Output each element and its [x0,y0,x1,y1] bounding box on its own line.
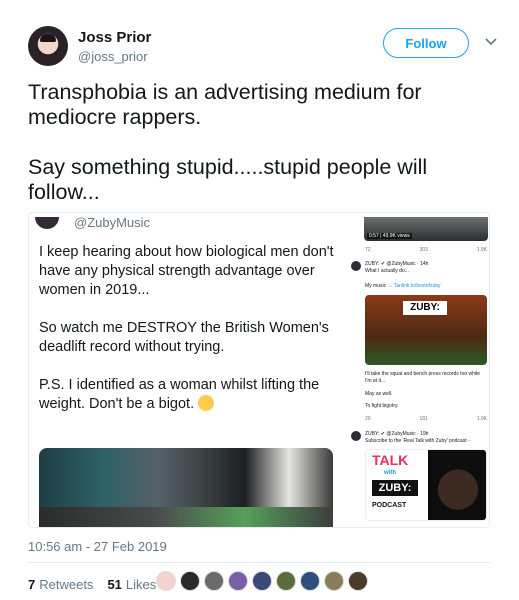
quoted-tweet-screenshot: @ZubyMusic I keep hearing about how biol… [29,213,341,527]
avatar [351,261,361,271]
podcast-photo [428,450,486,520]
avatar[interactable] [300,571,320,591]
follow-button[interactable]: Follow [383,28,469,58]
quoted-thread-screenshot: 0:57 | 49.9K views 72 303 1.9K ZUBY: ✔ @… [349,213,489,527]
tweet-media[interactable]: @ZubyMusic I keep hearing about how biol… [28,212,490,528]
tweet-text: Transphobia is an advertising medium for… [28,80,488,205]
podcast-card: TALK with ZUBY: PODCAST [365,449,487,521]
banner-logo: ZUBY: [403,301,447,315]
retweets-stat[interactable]: 7 Retweets [28,577,93,592]
thread-row: ZUBY: ✔ @ZubyMusic · 14h What I actually… [349,261,489,274]
avatar [351,431,361,441]
card-logo: ZUBY: [372,480,418,496]
video-label: 0:57 | 49.9K views [367,233,412,239]
gym-photo [39,448,333,527]
quoted-body: I keep hearing about how biological men … [39,243,335,433]
quoted-paragraph: I keep hearing about how biological men … [39,244,334,298]
thread-text: I'll take the squat and bench press reco… [365,371,480,384]
retweet-count: 303 [419,247,428,253]
banner-photo: ZUBY: [365,295,487,365]
tweet-stats: 72 303 1.9K [365,247,487,253]
card-podcast: PODCAST [372,502,407,509]
laughing-emoji-icon [198,395,215,411]
retweet-count: 181 [419,416,428,422]
likes-stat[interactable]: 51 Likes [107,577,156,592]
avatar[interactable] [324,571,344,591]
avatar[interactable] [180,571,200,591]
thread-link: Tanlink.to/bestofzuby [393,283,441,289]
liker-avatars [156,571,372,591]
author-avatar[interactable] [28,26,68,66]
avatar[interactable] [204,571,224,591]
engagement-stats: 7 Retweets 51 Likes [28,574,170,594]
thread-text: May as well. [365,391,393,397]
thread-text: Subscribe to the 'Real Talk with Zuby' p… [365,438,470,444]
tweet-timestamp[interactable]: 10:56 am - 27 Feb 2019 [28,539,167,554]
avatar[interactable] [156,571,176,591]
divider [28,562,491,563]
quoted-handle: @ZubyMusic [74,215,151,230]
chevron-down-icon[interactable] [483,34,499,50]
retweets-count: 7 [28,576,36,592]
retweets-label: Retweets [39,576,94,592]
author-name[interactable]: Joss Prior [78,29,151,46]
quoted-avatar [35,217,59,229]
thread-link-prefix: My music → [365,283,393,289]
likes-count: 51 [107,576,122,592]
thread-link-line: My music → Tanlink.to/bestofzuby [365,283,441,290]
card-title: TALK [372,452,409,468]
author-handle[interactable]: @joss_prior [78,49,148,64]
reply-count: 29 [365,416,371,422]
quoted-paragraph-text: P.S. I identified as a woman whilst lift… [39,377,320,412]
tweet-header: Joss Prior @joss_prior Follow [28,22,499,70]
thread-name: ZUBY: ✔ @ZubyMusic · 19h [365,431,429,437]
avatar[interactable] [348,571,368,591]
quoted-paragraph: P.S. I identified as a woman whilst lift… [39,376,335,414]
avatar[interactable] [276,571,296,591]
thread-text: What I actually do... [365,268,409,274]
tweet-paragraph: Transphobia is an advertising medium for… [28,80,422,129]
thread-name: ZUBY: ✔ @ZubyMusic · 14h [365,261,429,267]
card-with: with [384,470,396,476]
likes-label: Likes [125,576,157,592]
thread-row: ZUBY: ✔ @ZubyMusic · 19h Subscribe to th… [349,431,489,444]
quoted-paragraph: So watch me DESTROY the British Women's … [39,320,329,355]
thread-text: To fight bigotry. [365,403,399,409]
tweet-stats: 29 181 1.9K [365,416,487,422]
avatar[interactable] [252,571,272,591]
tweet-paragraph: Say something stupid.....stupid people w… [28,155,428,204]
like-count: 1.9K [476,247,487,253]
like-count: 1.9K [476,416,487,422]
reply-count: 72 [365,247,371,253]
avatar[interactable] [228,571,248,591]
